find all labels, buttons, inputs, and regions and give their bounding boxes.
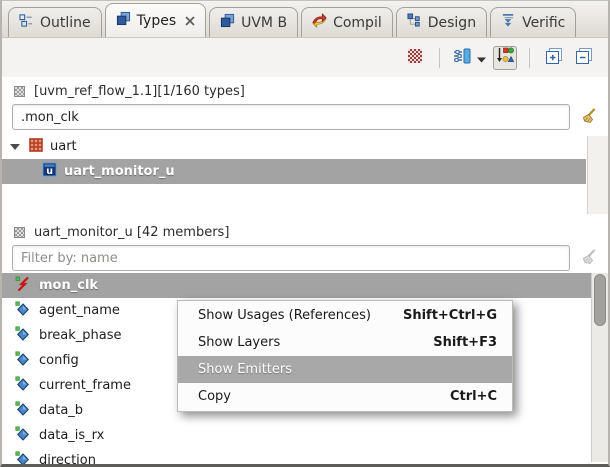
member-row-mon-clk[interactable]: mon_clk — [2, 273, 591, 298]
tab-label: UVM B — [241, 14, 288, 31]
toolbar-button-icon — [408, 48, 422, 67]
toolbar-button-icon — [496, 47, 514, 68]
checker-bullet-icon — [14, 227, 25, 238]
member-filter-input[interactable] — [12, 245, 570, 271]
types-header-label: [uvm_ref_flow_1.1][1/160 types] — [34, 84, 245, 99]
members-scrollbar[interactable] — [591, 273, 608, 462]
menu-item-show-usages-references[interactable]: Show Usages (References) Shift+Ctrl+G — [178, 302, 512, 329]
tab-uvm-b[interactable]: UVM B — [209, 7, 299, 37]
toolbar-separator — [439, 47, 440, 68]
member-icon — [15, 376, 31, 396]
tab-label: Outline — [40, 14, 91, 31]
scroll-button-scroll-up-page[interactable] — [588, 162, 608, 188]
types-view-window: Outline Types UVM B Compil Design Verifi… — [0, 0, 610, 467]
member-label: data_is_rx — [39, 428, 105, 443]
tab-design[interactable]: Design — [395, 7, 488, 37]
toolbar-button-group-by-type[interactable] — [493, 45, 517, 70]
member-filter-row — [2, 243, 608, 273]
toolbar-button-icon — [453, 48, 471, 68]
tab-icon — [19, 13, 34, 32]
menu-item-label: Show Usages (References) — [198, 308, 371, 323]
tab-outline[interactable]: Outline — [8, 7, 102, 37]
clear-filter-brush-icon — [578, 249, 600, 267]
toolbar-button-filter-settings[interactable] — [452, 46, 487, 70]
toolbar-button-expand-all[interactable] — [542, 46, 566, 70]
member-label: data_b — [39, 403, 84, 418]
tab-icon — [220, 13, 235, 32]
member-label: config — [39, 353, 79, 368]
tab-types[interactable]: Types — [104, 3, 207, 37]
types-tree: uart u uart_monitor_u — [2, 134, 608, 218]
tree-node-icon: u — [42, 162, 57, 181]
tab-icon — [312, 13, 327, 32]
members-header-label: uart_monitor_u [42 members] — [34, 225, 230, 240]
toolbar-button-collapse-all[interactable] — [572, 46, 596, 70]
tree-node-label: uart — [50, 139, 77, 154]
member-icon — [15, 301, 31, 321]
member-icon — [15, 401, 31, 421]
toolbar-separator — [529, 47, 530, 68]
context-menu: Show Usages (References) Shift+Ctrl+G Sh… — [177, 300, 513, 412]
tree-node-label: uart_monitor_u — [64, 164, 175, 179]
member-icon — [15, 326, 31, 346]
member-label: agent_name — [39, 303, 120, 318]
tab-verific[interactable]: Verific — [490, 7, 577, 37]
member-label: direction — [39, 453, 96, 467]
scroll-button-scroll-to-top[interactable] — [588, 136, 608, 162]
tab-label: Compil — [333, 14, 382, 31]
member-icon — [15, 276, 31, 296]
tab-label: Types — [136, 12, 177, 29]
checker-bullet-icon — [14, 86, 25, 97]
menu-item-show-layers[interactable]: Show Layers Shift+F3 — [178, 329, 512, 356]
menu-item-show-emitters[interactable]: Show Emitters — [178, 356, 512, 383]
dropdown-arrow-icon — [477, 48, 486, 67]
menu-item-shortcut: Shift+F3 — [433, 335, 497, 350]
svg-text:u: u — [46, 166, 53, 177]
tab-compil[interactable]: Compil — [301, 7, 393, 37]
menu-item-label: Copy — [198, 389, 231, 404]
member-label: mon_clk — [39, 278, 99, 293]
tree-row-uart[interactable]: uart — [2, 134, 586, 159]
scroll-button-scroll-up-line[interactable] — [588, 188, 608, 214]
view-toolbar — [2, 38, 608, 77]
menu-item-label: Show Layers — [198, 335, 281, 350]
menu-item-shortcut: Ctrl+C — [449, 389, 497, 404]
type-search-row — [2, 102, 608, 132]
tab-icon — [501, 13, 516, 32]
menu-item-shortcut: Shift+Ctrl+G — [402, 308, 497, 323]
scrollbar-thumb[interactable] — [594, 274, 606, 326]
member-icon — [15, 426, 31, 446]
member-icon — [15, 451, 31, 464]
member-icon — [15, 351, 31, 371]
type-search-input[interactable] — [12, 104, 570, 130]
toolbar-button-overlay-filter[interactable] — [403, 46, 427, 70]
view-tab-bar: Outline Types UVM B Compil Design Verifi… — [2, 1, 608, 38]
tab-icon — [116, 11, 131, 30]
toolbar-button-icon — [545, 47, 563, 69]
close-icon[interactable] — [185, 16, 195, 26]
clear-search-brush-icon[interactable] — [578, 108, 600, 126]
tab-icon — [407, 13, 422, 32]
member-row-data-is-rx[interactable]: data_is_rx — [2, 423, 591, 448]
menu-item-label: Show Emitters — [198, 362, 293, 377]
tab-label: Design — [427, 14, 477, 31]
toolbar-button-icon — [575, 47, 593, 69]
member-label: break_phase — [39, 328, 122, 343]
member-label: current_frame — [39, 378, 131, 393]
member-row-direction[interactable]: direction — [2, 448, 591, 467]
expand-twisty-icon[interactable] — [10, 143, 20, 150]
tree-node-icon — [29, 137, 43, 156]
tree-row-uart-monitor-u[interactable]: u uart_monitor_u — [2, 159, 586, 184]
menu-item-copy[interactable]: Copy Ctrl+C — [178, 383, 512, 410]
tab-label: Verific — [522, 14, 566, 31]
tree-scroll-column — [587, 136, 608, 214]
members-section-header: uart_monitor_u [42 members] — [2, 218, 608, 243]
types-section-header: [uvm_ref_flow_1.1][1/160 types] — [2, 77, 608, 102]
